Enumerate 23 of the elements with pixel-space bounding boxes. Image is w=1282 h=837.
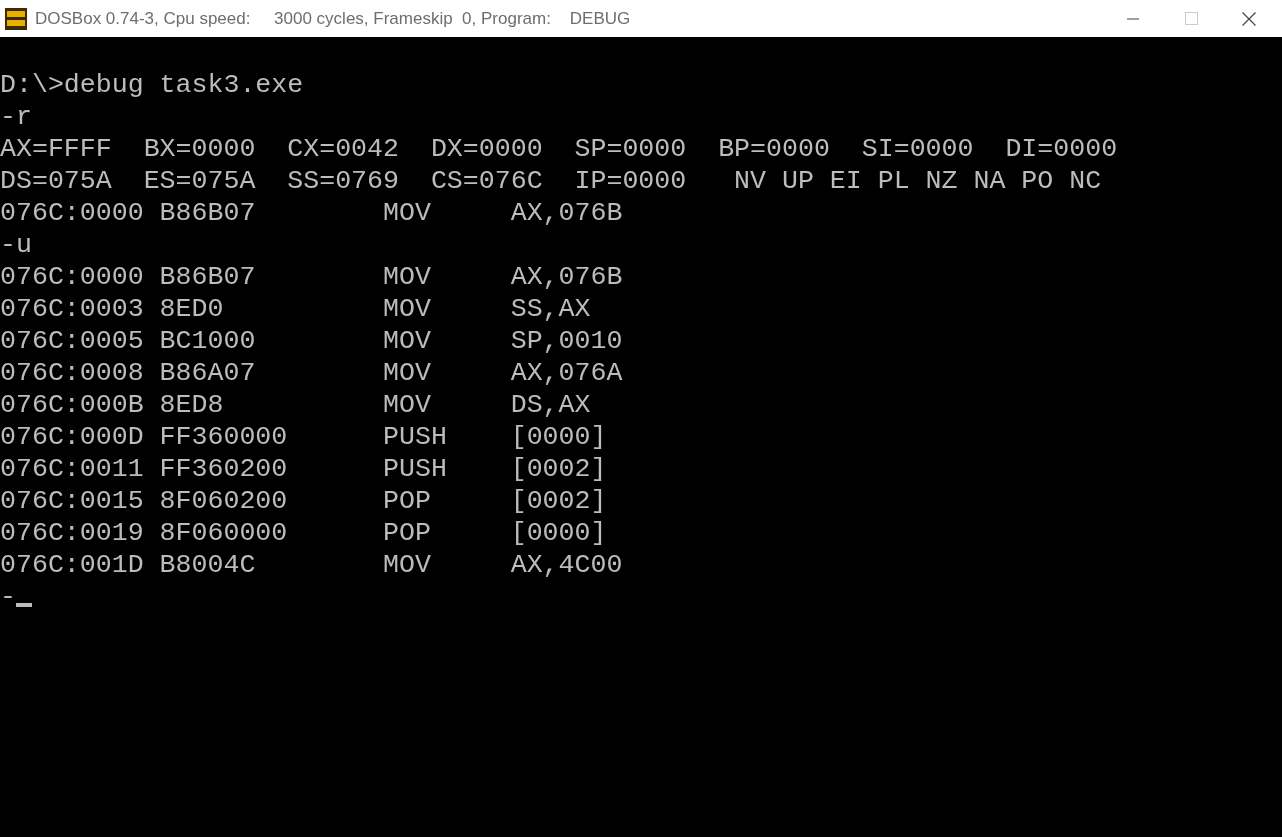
terminal-line: 076C:001D B8004C MOV AX,4C00 xyxy=(0,549,623,581)
command-prompt: - xyxy=(0,581,16,613)
terminal-line: 076C:000D FF360000 PUSH [0000] xyxy=(0,421,607,453)
terminal-line: 076C:0000 B86B07 MOV AX,076B xyxy=(0,261,623,293)
app-icon xyxy=(5,7,27,30)
window-title: DOSBox 0.74-3, Cpu speed: 3000 cycles, Frameskip 0, Program: DEBUG xyxy=(35,7,631,30)
close-icon xyxy=(1242,11,1256,26)
terminal-line: DS=075A ES=075A SS=0769 CS=076C IP=0000 NV UP EI PL NZ NA PO NC xyxy=(0,165,1102,197)
terminal-line: AX=FFFF BX=0000 CX=0042 DX=0000 SP=0000 BP=0000 SI=0000 DI=0000 xyxy=(0,133,1118,165)
terminal-line: 076C:000B 8ED8 MOV DS,AX xyxy=(0,389,591,421)
terminal-line: 076C:0015 8F060200 POP [0002] xyxy=(0,485,607,517)
terminal-line: 076C:0005 BC1000 MOV SP,0010 xyxy=(0,325,623,357)
terminal-line: -r xyxy=(0,101,32,133)
terminal-line: -u xyxy=(0,229,32,261)
minimize-icon xyxy=(1127,17,1139,20)
maximize-icon xyxy=(1184,12,1198,25)
terminal-line: 076C:0000 B86B07 MOV AX,076B xyxy=(0,197,623,229)
terminal-line: 076C:0008 B86A07 MOV AX,076A xyxy=(0,357,623,389)
terminal-line: 076C:0003 8ED0 MOV SS,AX xyxy=(0,293,591,325)
terminal-line: D:\>debug task3.exe xyxy=(0,69,304,101)
terminal-line: 076C:0011 FF360200 PUSH [0002] xyxy=(0,453,607,485)
terminal-line: 076C:0019 8F060000 POP [0000] xyxy=(0,517,607,549)
text-cursor xyxy=(15,603,32,607)
